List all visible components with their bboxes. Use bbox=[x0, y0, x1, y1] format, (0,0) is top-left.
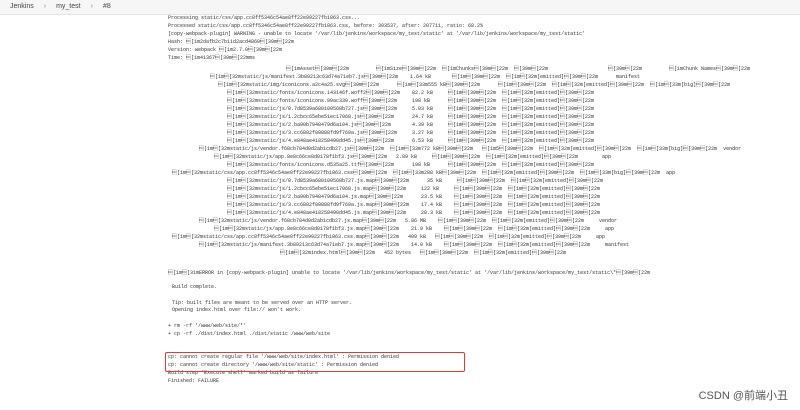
watermark: CSDN @前端小丑 bbox=[698, 390, 788, 402]
breadcrumb-build-number[interactable]: #8 bbox=[99, 0, 115, 14]
console-line: [1m[32mstatic/js/0.7d8539a680100568b72… bbox=[227, 106, 595, 112]
console-line: + cp -rf ./dist/index.html ./dist/static… bbox=[168, 331, 331, 337]
console-line: [1m[32mstatic/fonts/iconicons.143146f.… bbox=[227, 90, 595, 96]
console-line: Build complete. bbox=[172, 284, 218, 290]
console-line: [1m[32mstatic/js/vendor.f68cb784d0d2ab… bbox=[199, 146, 742, 152]
console-line: Processing static/css/app.cc8ff5346c54ae… bbox=[168, 15, 361, 21]
console-line: Processed static/css/app.cc8ff5346c54ae8… bbox=[168, 23, 484, 29]
console-line: [1m[32mstatic/css/app.cc8ff5346c54ae8f… bbox=[172, 234, 606, 240]
console-line: [1m[32mstatic/js/4.e848ae418258490dd45… bbox=[227, 210, 601, 216]
console-line: Opening index.html over file:// won't wo… bbox=[172, 307, 302, 313]
console-line: [copy-webpack-plugin] WARNING - unable t… bbox=[168, 31, 586, 37]
console-line: [1m[32mstatic/js/manifest.3b89213c63d7… bbox=[199, 242, 630, 248]
breadcrumb-separator-icon: › bbox=[43, 3, 47, 10]
console-line: Finished: FAILURE bbox=[168, 378, 220, 384]
breadcrumb-separator-icon: › bbox=[90, 3, 93, 10]
console-line: [1m[32mstatic/js/app.8e8c66ce8d0178f1b… bbox=[214, 226, 615, 232]
console-line: [1m[32mstatic/js/2.ba90b7948479d6a104.… bbox=[227, 194, 601, 200]
console-output: Processing static/css/app.cc8ff5346c54ae… bbox=[0, 15, 800, 410]
error-highlight-box bbox=[165, 352, 465, 372]
console-line: Time: [1m41367[39m[22mms bbox=[168, 55, 256, 61]
breadcrumb-my-test[interactable]: my_test bbox=[52, 0, 85, 14]
console-line: [1m[32mstatic/img/iconicons.a2c4a25.sv… bbox=[218, 82, 731, 88]
console-line: [1m[32mstatic/css/app.cc8ff5346c54ae8f… bbox=[172, 170, 676, 176]
console-line: [1m[32mstatic/fonts/iconicons.d535a25.… bbox=[227, 162, 595, 168]
console-line: [1m[31mERROR in [copy-webpack-plugin] … bbox=[168, 270, 651, 276]
console-line: Hash: [1m2dafb2c7b11d2acd4860[39m[22m bbox=[168, 39, 295, 45]
console-line: [1m[32mstatic/js/2.ba90b7948479d6a104.… bbox=[227, 122, 595, 128]
console-line: [1m[32mstatic/js/1.2cbcc65ebe51ec17060… bbox=[227, 114, 595, 120]
breadcrumb-jenkins[interactable]: Jenkins bbox=[0, 0, 38, 14]
console-line: [1m[32mstatic/fonts/iconicons.99ac330.… bbox=[227, 98, 595, 104]
breadcrumb: Jenkins › my_test › #8 bbox=[0, 0, 800, 15]
console-line: [1mAsset[39m[22m [1mSize[39m[22m … bbox=[286, 66, 751, 72]
console-line: [1m[32mstatic/js/3.cc6802f09888fd9f769… bbox=[227, 202, 601, 208]
console-line: [1m[32mstatic/js/4.e848ae418258490dd45… bbox=[227, 138, 595, 144]
console-line: [1m[32mindex.html[39m[22m 452 bytes … bbox=[280, 250, 567, 256]
console-line: [1m[32mstatic/js/app.8e8c66ce8d0178f1b… bbox=[214, 154, 612, 160]
console-line: Tip: built files are meant to be served … bbox=[172, 300, 353, 306]
console-line: [1m[32mstatic/js/1.2cbcc65ebe51ec17060… bbox=[227, 186, 601, 192]
console-line: [1m[32mstatic/js/manifest.3b89213c63d7… bbox=[210, 74, 641, 80]
console-line: [1m[32mstatic/js/vendor.f68cb784d0d2ab… bbox=[199, 218, 618, 224]
console-line: [1m[32mstatic/js/0.7d8539a680100568b72… bbox=[227, 178, 604, 184]
console-line: [1m[32mstatic/js/3.cc6802f09888fd9f769… bbox=[227, 130, 595, 136]
console-line: + rm -rf '/www/web/site/*' bbox=[168, 323, 247, 329]
console-line: Version: webpack [1m2.7.0[39m[22m bbox=[168, 47, 283, 53]
